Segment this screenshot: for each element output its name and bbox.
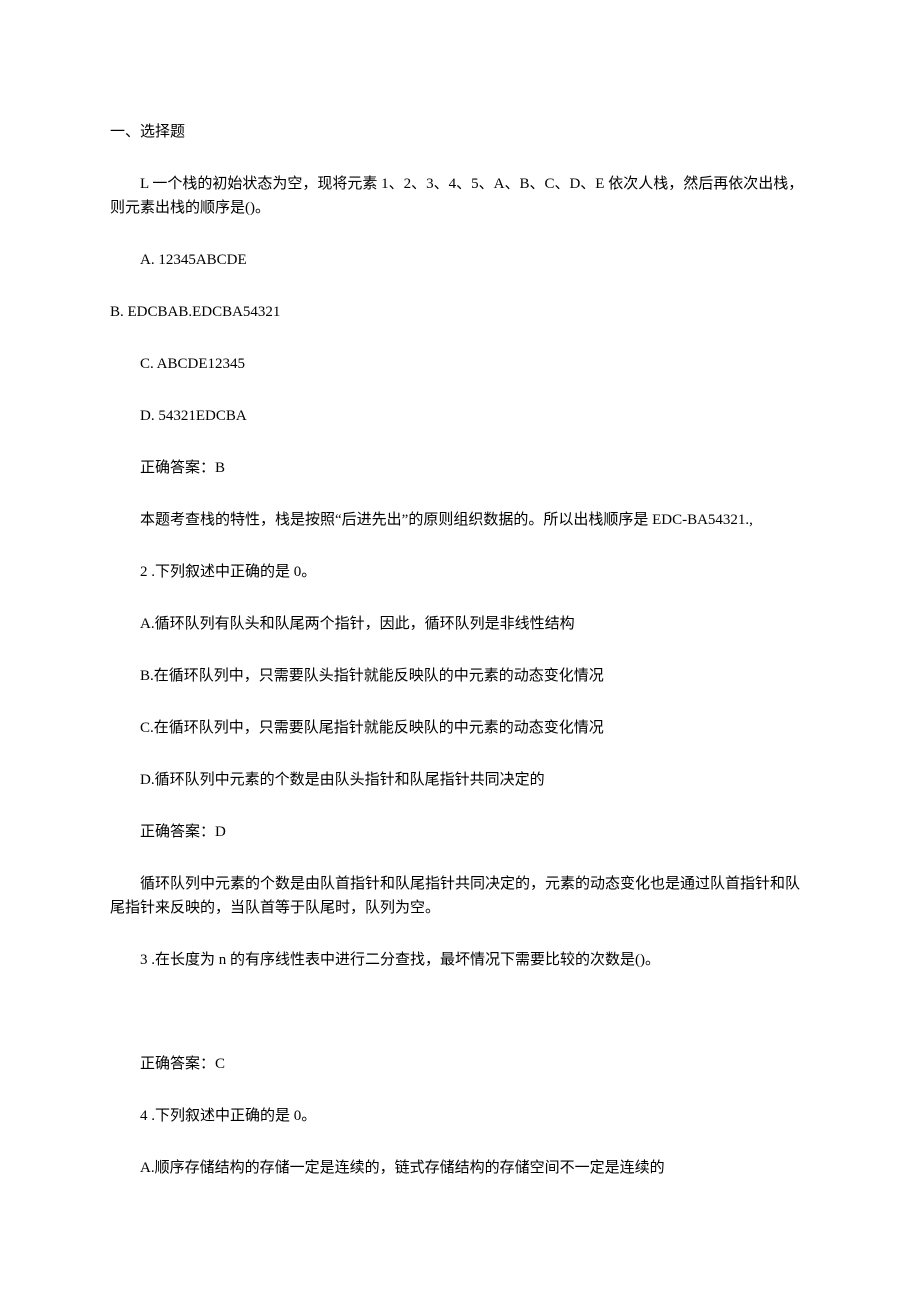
question-4-option-a: A.顺序存储结构的存储一定是连续的，链式存储结构的存储空间不一定是连续的 [110,1156,810,1180]
question-2-option-a: A.循环队列有队头和队尾两个指针，因此，循环队列是非线性结构 [110,612,810,636]
question-2-answer: 正确答案：D [110,820,810,844]
question-2-option-d: D.循环队列中元素的个数是由队头指针和队尾指针共同决定的 [110,768,810,792]
question-3-answer: 正确答案：C [110,1052,810,1076]
question-2-explanation: 循环队列中元素的个数是由队首指针和队尾指针共同决定的，元素的动态变化也是通过队首… [110,872,810,920]
question-2-stem: 2 .下列叙述中正确的是 0。 [110,560,810,584]
section-heading: 一、选择题 [110,120,810,144]
question-2-option-b: B.在循环队列中，只需要队头指针就能反映队的中元素的动态变化情况 [110,664,810,688]
question-1-explanation: 本题考查栈的特性，栈是按照“后进先出”的原则组织数据的。所以出栈顺序是 EDC-… [110,508,810,532]
question-4-stem: 4 .下列叙述中正确的是 0。 [110,1104,810,1128]
question-1-answer: 正确答案：B [110,456,810,480]
question-1-stem: L 一个栈的初始状态为空，现将元素 1、2、3、4、5、A、B、C、D、E 依次… [110,172,810,220]
question-1-option-c: C. ABCDE12345 [110,352,810,376]
question-3-stem: 3 .在长度为 n 的有序线性表中进行二分查找，最坏情况下需要比较的次数是()。 [110,948,810,972]
question-1-option-a: A. 12345ABCDE [110,248,810,272]
question-2-option-c: C.在循环队列中，只需要队尾指针就能反映队的中元素的动态变化情况 [110,716,810,740]
question-1-option-b: B. EDCBAB.EDCBA54321 [110,300,810,324]
question-1-option-d: D. 54321EDCBA [110,404,810,428]
